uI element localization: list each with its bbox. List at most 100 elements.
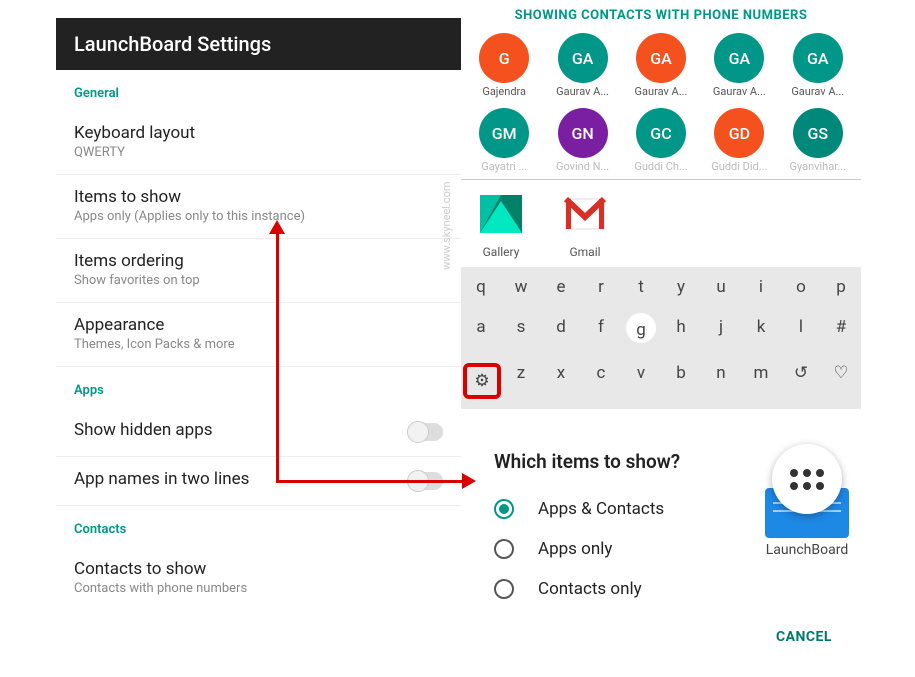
contact-name: Gayatri ... bbox=[465, 158, 543, 173]
contact-item[interactable]: GNGovind N... bbox=[543, 104, 621, 179]
radio-label: Apps only bbox=[538, 539, 612, 559]
radio-option[interactable]: Contacts only bbox=[480, 569, 860, 609]
show-hidden-title: Show hidden apps bbox=[74, 420, 443, 440]
history-icon[interactable]: ↺ bbox=[781, 353, 821, 409]
contact-item[interactable]: GAGaurav A... bbox=[779, 29, 857, 104]
contact-item[interactable]: GAGaurav A... bbox=[543, 29, 621, 104]
contacts-row: GMGayatri ...GNGovind N...GCGuddi Ch...G… bbox=[461, 104, 861, 179]
radio-label: Contacts only bbox=[538, 579, 642, 599]
contacts-to-show-sub: Contacts with phone numbers bbox=[74, 581, 443, 596]
contact-item[interactable]: GAGaurav A... bbox=[622, 29, 700, 104]
contact-avatar: G bbox=[479, 33, 529, 83]
keyboard-row: asdfghjkl# bbox=[461, 307, 861, 353]
key-k[interactable]: k bbox=[741, 307, 781, 353]
contacts-row: GGajendraGAGaurav A...GAGaurav A...GAGau… bbox=[461, 29, 861, 104]
section-contacts: Contacts bbox=[56, 506, 461, 547]
cancel-button[interactable]: CANCEL bbox=[480, 609, 860, 653]
key-m[interactable]: m bbox=[741, 353, 781, 409]
launchboard-label: LaunchBoard bbox=[752, 542, 862, 558]
gmail-icon bbox=[561, 190, 609, 238]
key-y[interactable]: y bbox=[661, 267, 701, 307]
key-n[interactable]: n bbox=[701, 353, 741, 409]
section-general: General bbox=[56, 70, 461, 111]
section-apps: Apps bbox=[56, 367, 461, 408]
key-b[interactable]: b bbox=[661, 353, 701, 409]
contacts-header: SHOWING CONTACTS WITH PHONE NUMBERS bbox=[461, 0, 861, 29]
key-s[interactable]: s bbox=[501, 307, 541, 353]
launchboard-panel: SHOWING CONTACTS WITH PHONE NUMBERS GGaj… bbox=[461, 0, 861, 409]
items-ordering-sub: Show favorites on top bbox=[74, 273, 443, 288]
contact-avatar: GA bbox=[714, 33, 764, 83]
contact-item[interactable]: GMGayatri ... bbox=[465, 104, 543, 179]
contact-item[interactable]: GSGyanvihar... bbox=[779, 104, 857, 179]
key-e[interactable]: e bbox=[541, 267, 581, 307]
key-x[interactable]: x bbox=[541, 353, 581, 409]
key-u[interactable]: u bbox=[701, 267, 741, 307]
contact-name: Gaurav A... bbox=[779, 83, 857, 98]
contact-item[interactable]: GAGaurav A... bbox=[700, 29, 778, 104]
appearance-title: Appearance bbox=[74, 315, 443, 335]
settings-items-ordering[interactable]: Items ordering Show favorites on top bbox=[56, 239, 461, 303]
launchboard-icon bbox=[772, 444, 842, 514]
keyboard-row: ⚙zxcvbnm↺♡ bbox=[461, 353, 861, 409]
radio-icon bbox=[494, 499, 514, 519]
arrow-line bbox=[276, 480, 464, 483]
contact-avatar: GA bbox=[558, 33, 608, 83]
radio-icon bbox=[494, 539, 514, 559]
gmail-label: Gmail bbox=[555, 245, 615, 259]
settings-panel: LaunchBoard Settings General Keyboard la… bbox=[56, 18, 461, 610]
contact-avatar: GM bbox=[479, 108, 529, 158]
key-j[interactable]: j bbox=[701, 307, 741, 353]
arrow-head-icon bbox=[269, 220, 285, 234]
key-r[interactable]: r bbox=[581, 267, 621, 307]
gear-icon[interactable]: ⚙ bbox=[461, 353, 501, 409]
heart-icon[interactable]: ♡ bbox=[821, 353, 861, 409]
watermark: www.skyneel.com bbox=[440, 182, 453, 270]
contact-name: Gaurav A... bbox=[543, 83, 621, 98]
key-c[interactable]: c bbox=[581, 353, 621, 409]
contact-name: Gaurav A... bbox=[700, 83, 778, 98]
key-p[interactable]: p bbox=[821, 267, 861, 307]
contact-item[interactable]: GCGuddi Ch... bbox=[622, 104, 700, 179]
contact-name: Gyanvihar... bbox=[779, 158, 857, 173]
contact-avatar: GA bbox=[636, 33, 686, 83]
keyboard: qwertyuiop asdfghjkl# ⚙zxcvbnm↺♡ bbox=[461, 267, 861, 409]
key-#[interactable]: # bbox=[821, 307, 861, 353]
key-f[interactable]: f bbox=[581, 307, 621, 353]
key-d[interactable]: d bbox=[541, 307, 581, 353]
contacts-to-show-title: Contacts to show bbox=[74, 559, 443, 579]
key-v[interactable]: v bbox=[621, 353, 661, 409]
settings-contacts-to-show[interactable]: Contacts to show Contacts with phone num… bbox=[56, 547, 461, 610]
app-strip: Gallery Gmail bbox=[461, 179, 861, 267]
key-o[interactable]: o bbox=[781, 267, 821, 307]
key-g[interactable]: g bbox=[621, 307, 661, 353]
settings-items-to-show[interactable]: Items to show Apps only (Applies only to… bbox=[56, 175, 461, 239]
app-gmail[interactable]: Gmail bbox=[555, 190, 615, 259]
contact-item[interactable]: GDGuddi Did... bbox=[700, 104, 778, 179]
launchboard-badge: LaunchBoard bbox=[752, 444, 862, 558]
keyboard-row: qwertyuiop bbox=[461, 267, 861, 307]
key-w[interactable]: w bbox=[501, 267, 541, 307]
items-to-show-sub: Apps only (Applies only to this instance… bbox=[74, 209, 443, 224]
key-a[interactable]: a bbox=[461, 307, 501, 353]
key-t[interactable]: t bbox=[621, 267, 661, 307]
items-ordering-title: Items ordering bbox=[74, 251, 443, 271]
contact-item[interactable]: GGajendra bbox=[465, 29, 543, 104]
two-lines-title: App names in two lines bbox=[74, 469, 443, 489]
key-h[interactable]: h bbox=[661, 307, 701, 353]
contact-name: Govind N... bbox=[543, 158, 621, 173]
app-gallery[interactable]: Gallery bbox=[471, 190, 531, 259]
key-z[interactable]: z bbox=[501, 353, 541, 409]
contact-avatar: GC bbox=[636, 108, 686, 158]
show-hidden-toggle[interactable] bbox=[409, 423, 443, 441]
key-i[interactable]: i bbox=[741, 267, 781, 307]
radio-icon bbox=[494, 579, 514, 599]
key-q[interactable]: q bbox=[461, 267, 501, 307]
settings-appearance[interactable]: Appearance Themes, Icon Packs & more bbox=[56, 303, 461, 367]
key-l[interactable]: l bbox=[781, 307, 821, 353]
settings-keyboard-layout[interactable]: Keyboard layout QWERTY bbox=[56, 111, 461, 175]
keyboard-layout-sub: QWERTY bbox=[74, 145, 443, 160]
keyboard-layout-title: Keyboard layout bbox=[74, 123, 443, 143]
contact-name: Gajendra bbox=[465, 83, 543, 98]
settings-show-hidden-apps[interactable]: Show hidden apps bbox=[56, 408, 461, 457]
